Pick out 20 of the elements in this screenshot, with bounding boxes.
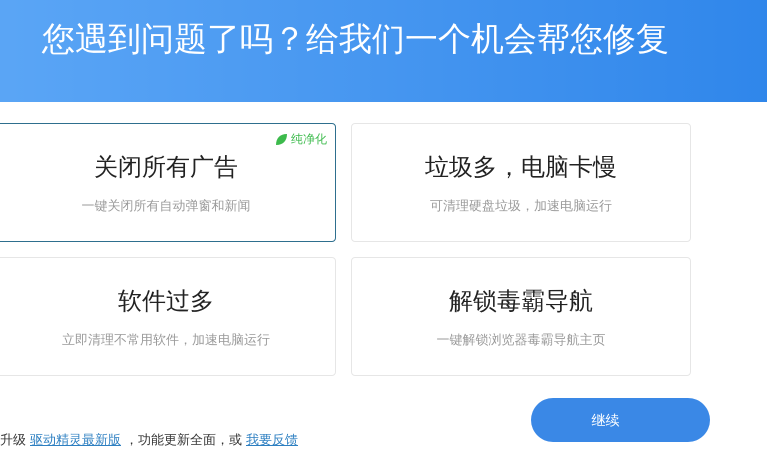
footer-link[interactable]: 驱动精灵最新版 — [30, 430, 121, 450]
footer-text: 升级 — [0, 431, 26, 449]
option-description: 立即清理不常用软件，加速电脑运行 — [62, 331, 270, 349]
option-card[interactable]: 解锁毒霸导航 一键解锁浏览器毒霸导航主页 — [351, 257, 691, 376]
leaf-icon — [275, 132, 288, 146]
option-description: 一键解锁浏览器毒霸导航主页 — [436, 331, 606, 349]
footer-text: ，功能更新全面，或 — [125, 431, 242, 449]
badge-label: 纯净化 — [291, 131, 327, 148]
continue-button[interactable]: 继续 — [531, 398, 710, 442]
option-description: 可清理硬盘垃圾，加速电脑运行 — [430, 197, 612, 215]
option-title: 关闭所有广告 — [94, 153, 238, 183]
footer-link[interactable]: 我要反馈 — [246, 430, 298, 450]
header-title: 您遇到问题了吗？给我们一个机会帮您修复 — [42, 19, 670, 59]
option-title: 垃圾多，电脑卡慢 — [425, 153, 617, 183]
option-description: 一键关闭所有自动弹窗和新闻 — [82, 197, 250, 215]
option-title: 软件过多 — [118, 287, 214, 317]
option-card[interactable]: 纯净化 关闭所有广告 一键关闭所有自动弹窗和新闻 — [0, 123, 336, 242]
option-title: 解锁毒霸导航 — [449, 287, 593, 317]
option-card[interactable]: 垃圾多，电脑卡慢 可清理硬盘垃圾，加速电脑运行 — [351, 123, 691, 242]
option-card[interactable]: 软件过多 立即清理不常用软件，加速电脑运行 — [0, 257, 336, 376]
